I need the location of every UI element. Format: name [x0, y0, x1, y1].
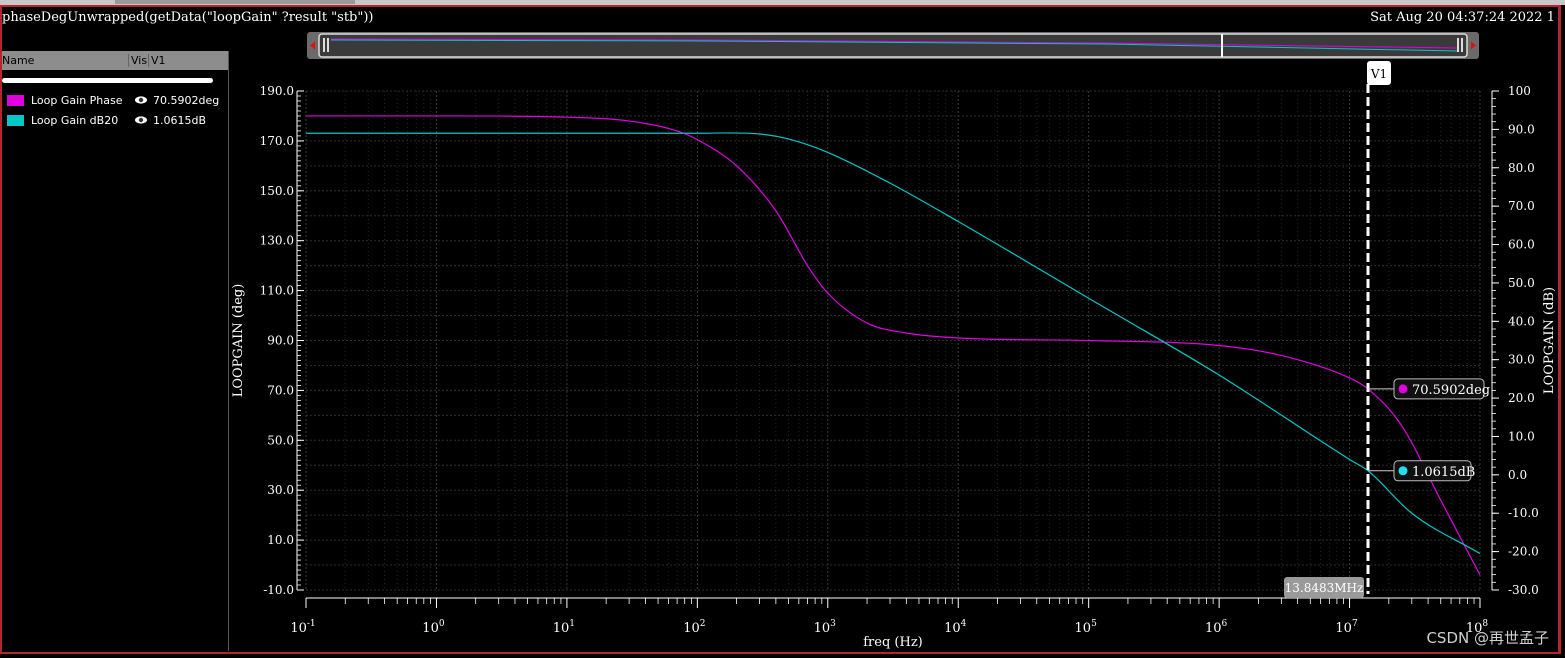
left-tick-label: -10.0 [263, 583, 294, 597]
right-tick-label: 80.0 [1508, 161, 1535, 175]
x-tick-label: 103 [814, 619, 837, 636]
left-tick-label: 130.0 [260, 234, 294, 248]
left-axis-title: LOOPGAIN (deg) [231, 284, 246, 398]
x-tick-label: 101 [553, 619, 575, 636]
gain-readout-dot [1398, 466, 1408, 476]
x-tick-label: 107 [1335, 619, 1358, 636]
x-tick-label: 105 [1075, 619, 1098, 636]
right-tick-label: 0.0 [1508, 468, 1527, 482]
chart-svg: 190.0 170.0 150.0 130.0 110.0 90.0 70.0 50.0 30.… [231, 61, 1557, 650]
x-axis-title: freq (Hz) [863, 635, 923, 650]
phase-readout-dot [1398, 384, 1408, 394]
left-tick-label: 70.0 [267, 383, 294, 397]
x-tick-label: 104 [944, 619, 967, 636]
right-tick-label: 90.0 [1508, 122, 1535, 136]
right-tick-label: 60.0 [1508, 238, 1535, 252]
gain-readout-label: 1.0615dB [1412, 465, 1475, 480]
watermark: CSDN @再世孟子 [1426, 629, 1549, 647]
right-tick-label: 40.0 [1508, 314, 1535, 328]
right-tick-label: 50.0 [1508, 276, 1535, 290]
grid [305, 90, 1481, 591]
right-tick-label: -20.0 [1508, 545, 1539, 559]
left-tick-label: 150.0 [260, 184, 294, 198]
right-tick-label: 30.0 [1508, 353, 1535, 367]
left-tick-label: 110.0 [260, 284, 294, 298]
right-tick-label: 100 [1508, 84, 1531, 98]
right-tick-label: 70.0 [1508, 199, 1535, 213]
marker-freq-label: 13.8483MHz [1285, 581, 1364, 595]
marker-name-label: V1 [1370, 67, 1387, 81]
left-tick-label: 90.0 [267, 334, 294, 348]
left-tick-label: 10.0 [267, 533, 294, 547]
left-tick-label: 50.0 [267, 433, 294, 447]
right-tick-label: -30.0 [1508, 583, 1539, 597]
x-tick-label: 106 [1205, 619, 1228, 636]
left-tick-label: 190.0 [260, 84, 294, 98]
left-tick-label: 30.0 [267, 483, 294, 497]
right-tick-label: 20.0 [1508, 391, 1535, 405]
marker-layer: V1 13.8483MHz 70.5902deg 1.0615dB [1283, 61, 1490, 598]
right-axis-title: LOOPGAIN (dB) [1542, 287, 1557, 394]
phase-readout-label: 70.5902deg [1412, 383, 1490, 398]
x-tick-label: 102 [683, 619, 705, 636]
x-tick-label: 10-1 [290, 619, 315, 636]
right-tick-label: 10.0 [1508, 429, 1535, 443]
right-tick-label: -10.0 [1508, 506, 1539, 520]
series-layer [305, 115, 1481, 576]
x-tick-label: 100 [422, 619, 445, 636]
left-tick-label: 170.0 [260, 134, 294, 148]
